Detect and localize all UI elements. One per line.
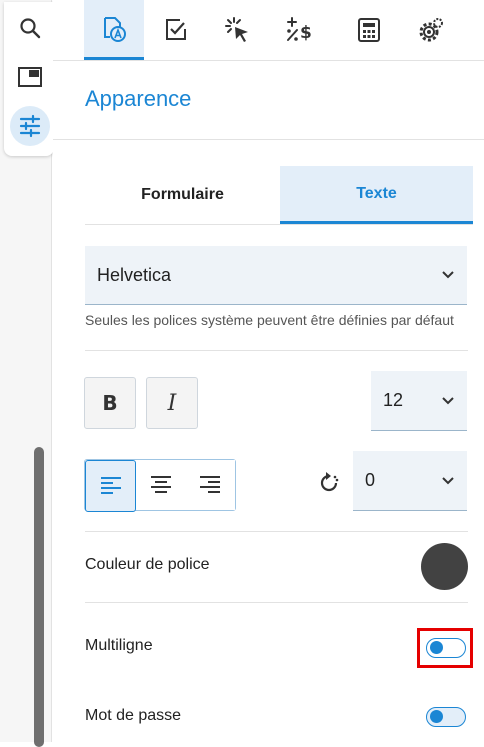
align-left-button[interactable]	[85, 460, 137, 512]
tab-settings[interactable]	[401, 0, 461, 60]
cursor-click-icon	[225, 17, 248, 42]
hint-divider	[85, 350, 468, 351]
font-family-value: Helvetica	[97, 264, 172, 285]
bold-icon: B	[102, 391, 118, 415]
align-left-icon	[100, 477, 121, 494]
panel-title: Apparence	[85, 86, 192, 111]
panel-button[interactable]	[10, 57, 50, 97]
svg-text:$: $	[300, 23, 312, 43]
title-divider	[53, 139, 484, 140]
rotate-icon	[316, 470, 342, 496]
font-hint: Seules les polices système peuvent être …	[85, 312, 454, 328]
multiline-toggle[interactable]	[426, 638, 466, 658]
tab-format[interactable]	[339, 0, 399, 60]
calculation-icon: $	[287, 17, 312, 43]
align-right-button[interactable]	[185, 460, 235, 510]
scrollbar[interactable]	[34, 447, 44, 747]
font-size-select[interactable]: 12	[371, 371, 467, 431]
sliders-icon	[19, 114, 41, 138]
panel-icon	[18, 67, 42, 87]
font-color-label: Couleur de police	[85, 556, 210, 573]
toggle-knob	[430, 641, 443, 654]
chevron-down-icon	[442, 476, 454, 484]
divider	[85, 531, 468, 532]
divider	[85, 602, 468, 603]
rotation-value: 0	[365, 470, 376, 490]
italic-icon: I	[167, 390, 177, 416]
search-icon	[20, 18, 41, 39]
tab-calculation[interactable]: $	[270, 0, 330, 60]
appearance-icon	[104, 16, 126, 42]
subtab-form[interactable]: Formulaire	[85, 166, 280, 224]
chevron-down-icon	[442, 271, 454, 279]
tab-actions[interactable]	[208, 0, 268, 60]
properties-button[interactable]	[10, 106, 50, 146]
password-toggle[interactable]	[426, 707, 466, 727]
text-align-group	[84, 459, 236, 512]
search-button[interactable]	[10, 8, 50, 48]
password-label: Mot de passe	[85, 707, 182, 724]
settings-icon	[419, 18, 443, 42]
font-color-swatch[interactable]	[421, 543, 468, 590]
topbar-divider	[53, 60, 484, 61]
checkbox-icon	[166, 19, 186, 40]
multiline-label: Multiligne	[85, 637, 153, 654]
font-size-value: 12	[383, 390, 404, 410]
toggle-knob	[430, 710, 443, 723]
align-center-button[interactable]	[136, 460, 186, 510]
calculator-icon	[358, 18, 380, 42]
tab-appearance[interactable]	[84, 0, 144, 60]
align-right-icon	[200, 476, 221, 493]
font-family-select[interactable]: Helvetica	[85, 246, 467, 305]
align-center-icon	[150, 476, 171, 493]
subtab-divider	[85, 224, 473, 225]
subtab-text[interactable]: Texte	[280, 166, 473, 224]
bold-button[interactable]: B	[84, 377, 136, 429]
tab-validation[interactable]	[146, 0, 206, 60]
italic-button[interactable]: I	[146, 377, 198, 429]
chevron-down-icon	[442, 396, 454, 404]
rotation-select[interactable]: 0	[353, 451, 467, 511]
